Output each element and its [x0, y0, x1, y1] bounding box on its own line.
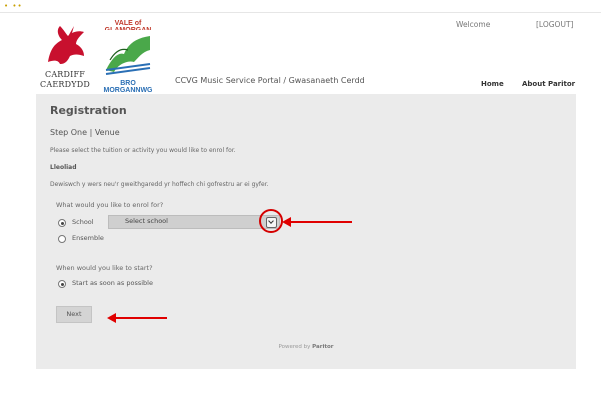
nav-home-link[interactable]: Home — [481, 80, 504, 88]
vale-logo-bottom-text: BRO MORGANNWG — [103, 80, 153, 94]
page-title: Registration — [50, 104, 127, 117]
welcome-text: Welcome — [456, 20, 491, 29]
dragon-icon — [48, 26, 84, 64]
lleoliad-label: Lleoliad — [50, 164, 77, 171]
school-select[interactable]: Select school — [108, 215, 280, 229]
powered-by-text: Powered by — [278, 344, 313, 350]
next-button[interactable]: Next — [56, 306, 92, 323]
header: CARDIFF CAERDYDD VALE of GLAMORGAN BRO M… — [36, 14, 576, 94]
ensemble-radio[interactable] — [58, 235, 66, 243]
top-strip: • •• — [0, 0, 601, 14]
portal-title: CCVG Music Service Portal / Gwasanaeth C… — [175, 76, 365, 85]
instruction-english: Please select the tuition or activity yo… — [50, 147, 236, 154]
top-divider — [0, 12, 601, 13]
instruction-welsh: Dewiswch y wers neu'r gweithgaredd yr ho… — [50, 181, 269, 188]
school-radio-label[interactable]: School — [72, 218, 94, 226]
start-asap-label[interactable]: Start as soon as possible — [72, 279, 153, 287]
start-asap-radio[interactable] — [58, 280, 66, 288]
registration-panel: Registration Step One | Venue Please sel… — [36, 94, 576, 369]
caerdydd-logo-text: CAERDYDD — [40, 80, 90, 89]
cardiff-logo-text: CARDIFF — [45, 70, 85, 79]
school-select-value: Select school — [125, 217, 168, 225]
vale-of-glamorgan-logo: VALE of GLAMORGAN BRO MORGANNWG — [98, 20, 158, 94]
enrol-question: What would you like to enrol for? — [56, 201, 164, 209]
annotation-arrow-next — [107, 313, 167, 323]
powered-by-footer: Powered by Paritor — [36, 344, 576, 350]
annotation-arrow-select — [282, 217, 352, 227]
step-heading: Step One | Venue — [50, 128, 120, 137]
cardiff-logo: CARDIFF CAERDYDD — [40, 20, 90, 90]
school-radio[interactable] — [58, 219, 66, 227]
start-question: When would you like to start? — [56, 264, 153, 272]
logout-link[interactable]: [LOGOUT] — [536, 20, 573, 29]
coastline-icon — [104, 30, 152, 78]
annotation-circle — [259, 209, 283, 233]
top-corner-mark: • •• — [4, 2, 23, 10]
ensemble-radio-label[interactable]: Ensemble — [72, 234, 104, 242]
powered-by-brand: Paritor — [312, 344, 334, 350]
nav-about-paritor-link[interactable]: About Paritor — [522, 80, 575, 88]
